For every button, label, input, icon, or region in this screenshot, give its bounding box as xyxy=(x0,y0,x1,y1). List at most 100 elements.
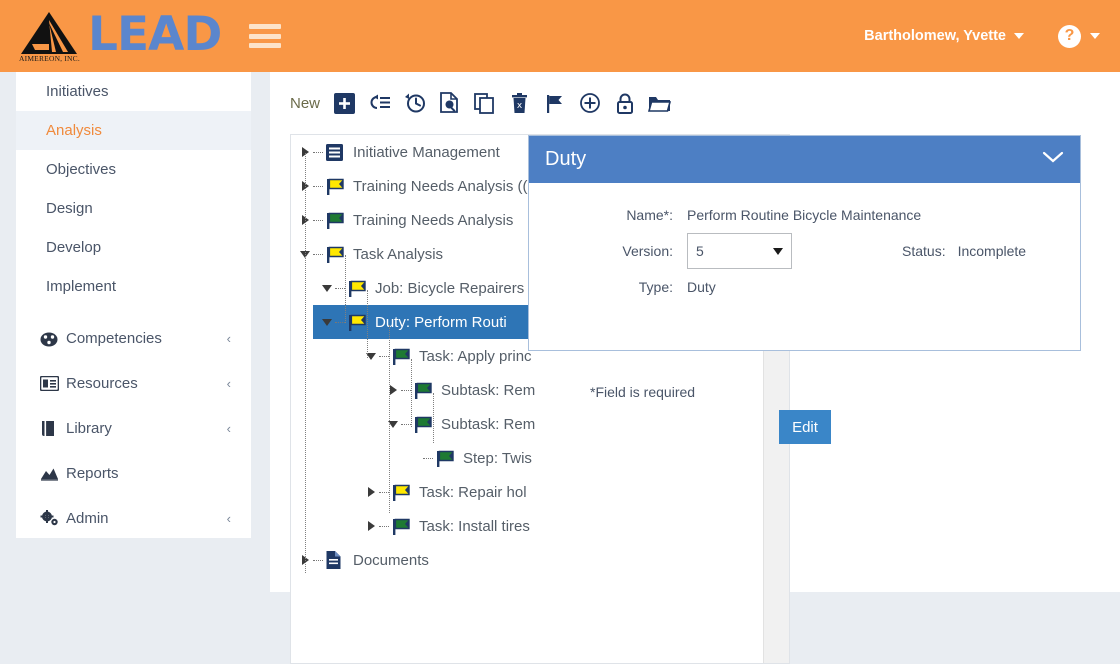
expand-collapse-icon[interactable] xyxy=(385,420,401,428)
chevron-left-icon: ‹ xyxy=(226,421,231,436)
tree-node-label: Step: Twis xyxy=(463,449,532,467)
user-account-menu[interactable]: Bartholomew, Yvette xyxy=(864,28,1024,44)
type-field-value: Duty xyxy=(687,279,716,295)
sidebar-item-resources[interactable]: Resources ‹ xyxy=(16,361,251,406)
edit-button[interactable]: Edit xyxy=(779,410,831,444)
tree-node-label: Subtask: Rem xyxy=(441,381,536,399)
delete-button[interactable]: x xyxy=(507,91,532,116)
chevron-down-icon xyxy=(1014,33,1024,39)
field-row-name: Name*: Perform Routine Bicycle Maintenan… xyxy=(529,207,1080,223)
sidebar-item-develop[interactable]: Develop xyxy=(16,228,251,267)
add-circle-button[interactable] xyxy=(577,91,602,116)
user-name-label: Bartholomew, Yvette xyxy=(864,28,1006,44)
library-icon xyxy=(40,420,66,437)
sidebar-item-label: Design xyxy=(46,200,93,217)
resources-icon xyxy=(40,376,66,391)
sidebar-item-library[interactable]: Library ‹ xyxy=(16,406,251,451)
flag-icon xyxy=(325,177,349,196)
sidebar-item-admin[interactable]: Admin ‹ xyxy=(16,496,251,541)
tree-node-task-install-tires[interactable]: Task: Install tires xyxy=(291,509,789,543)
move-button[interactable] xyxy=(367,91,392,116)
expand-collapse-icon[interactable] xyxy=(363,521,379,531)
tree-node-step-twist[interactable]: Step: Twis xyxy=(291,441,789,475)
version-select-value: 5 xyxy=(696,243,704,259)
tree-connector-dots xyxy=(313,253,323,255)
initiative-icon xyxy=(325,143,349,162)
sidebar-navigation: Initiatives Analysis Objectives Design D… xyxy=(16,72,251,538)
folder-button[interactable] xyxy=(647,91,672,116)
tree-connector-dots xyxy=(313,151,323,153)
tree-node-label: Documents xyxy=(353,551,429,569)
sidebar-item-competencies[interactable]: Competencies ‹ xyxy=(16,316,251,361)
tree-connector-dots xyxy=(335,321,345,323)
lead-wordmark-text: LEAD xyxy=(88,6,222,62)
sidebar-item-label: Implement xyxy=(46,278,117,295)
reports-icon xyxy=(40,466,66,481)
tree-node-label: Training Needs Analysis xyxy=(353,211,514,229)
duty-detail-panel: Duty Name*: Perform Routine Bicycle Main… xyxy=(528,135,1081,351)
company-name-text: AIMEREON, INC. xyxy=(19,54,80,63)
chevron-left-icon: ‹ xyxy=(226,511,231,526)
sidebar-group-label: Library xyxy=(66,420,112,437)
type-field-label: Type: xyxy=(638,279,673,295)
tree-node-label: Duty: Perform Routi xyxy=(375,313,507,331)
expand-collapse-icon[interactable] xyxy=(363,487,379,497)
tree-connector-dots xyxy=(379,355,389,357)
sidebar-item-objectives[interactable]: Objectives xyxy=(16,150,251,189)
competencies-icon xyxy=(40,331,66,347)
flag-icon xyxy=(391,517,415,536)
version-select[interactable]: 5 xyxy=(687,233,792,269)
new-add-button[interactable] xyxy=(332,91,357,116)
brand-logo[interactable]: AIMEREON, INC. LEAD xyxy=(0,6,222,64)
expand-collapse-icon[interactable] xyxy=(385,385,401,395)
sidebar-group-label: Admin xyxy=(66,510,109,527)
tree-node-label: Initiative Management xyxy=(353,143,500,161)
copy-button[interactable] xyxy=(472,91,497,116)
tree-node-label: Job: Bicycle Repairers xyxy=(375,279,525,297)
tree-connector-dots xyxy=(379,525,389,527)
expand-collapse-icon[interactable] xyxy=(319,318,335,326)
aimereon-triangle-logo-icon: AIMEREON, INC. xyxy=(18,10,80,63)
expand-collapse-icon[interactable] xyxy=(363,352,379,360)
flag-icon xyxy=(546,93,564,114)
sidebar-item-initiatives[interactable]: Initiatives xyxy=(16,72,251,111)
sidebar-item-reports[interactable]: Reports xyxy=(16,451,251,496)
chevron-down-icon[interactable] xyxy=(1042,151,1064,168)
flag-button[interactable] xyxy=(542,91,567,116)
tree-node-label: Task Analysis xyxy=(353,245,444,263)
status-field-value: Incomplete xyxy=(957,243,1027,259)
tree-node-task-repair-holes[interactable]: Task: Repair hol xyxy=(291,475,789,509)
tree-connector-line xyxy=(411,359,412,427)
hamburger-menu-icon[interactable] xyxy=(249,24,282,48)
detail-panel-title: Duty xyxy=(545,148,587,170)
tree-connector-dots xyxy=(335,287,345,289)
sidebar-item-analysis[interactable]: Analysis xyxy=(16,111,251,150)
tree-node-label: Subtask: Rem xyxy=(441,415,536,433)
tree-connector-line xyxy=(433,393,434,443)
tree-connector-line xyxy=(305,153,306,573)
tree-connector-dots xyxy=(313,559,323,561)
help-menu[interactable]: ? xyxy=(1058,24,1100,48)
required-field-note: *Field is required xyxy=(590,384,696,400)
sidebar-item-implement[interactable]: Implement xyxy=(16,267,251,306)
lock-button[interactable] xyxy=(612,91,637,116)
sidebar-group-label: Competencies xyxy=(66,330,162,347)
new-label: New xyxy=(290,94,321,112)
flag-icon xyxy=(325,211,349,230)
document-icon xyxy=(325,550,349,570)
history-button[interactable] xyxy=(402,91,427,116)
expand-collapse-icon[interactable] xyxy=(319,284,335,292)
tree-connector-dots xyxy=(313,185,323,187)
sidebar-item-design[interactable]: Design xyxy=(16,189,251,228)
tree-node-subtask-remove-1[interactable]: Subtask: Rem xyxy=(291,373,789,407)
name-field-label: Name*: xyxy=(626,207,673,223)
version-field-label: Version: xyxy=(622,243,673,259)
preview-button[interactable] xyxy=(437,91,462,116)
tree-connector-line xyxy=(367,290,368,358)
tree-node-subtask-remove-2[interactable]: Subtask: Rem xyxy=(291,407,789,441)
action-toolbar: New x xyxy=(270,72,1120,120)
sidebar-item-label: Objectives xyxy=(46,161,117,178)
tree-node-documents[interactable]: Documents xyxy=(291,543,789,577)
arrow-list-icon xyxy=(369,93,391,113)
sidebar-item-label: Analysis xyxy=(46,122,102,139)
